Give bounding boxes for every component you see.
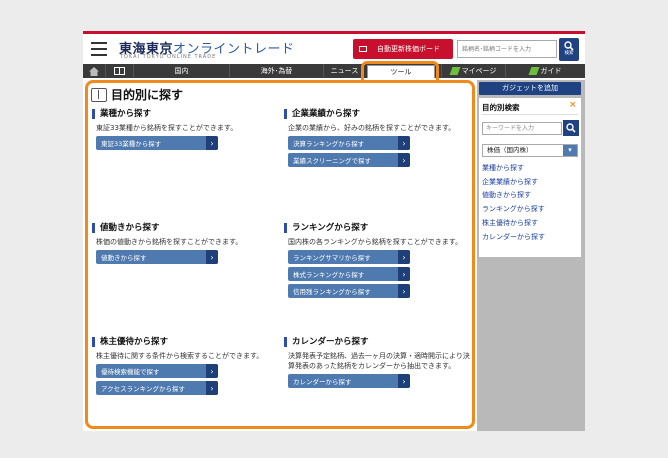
search-button[interactable]: 検索: [559, 38, 579, 61]
add-gadget-button[interactable]: ガジェットを追加: [479, 82, 581, 95]
sidebar: ガジェットを追加 目的別検索 × 株価（国内株） ▾ 業種から探す 企業業績から…: [477, 80, 585, 431]
chevron-right-icon: ›: [398, 250, 410, 264]
keyword-input[interactable]: [482, 122, 562, 135]
section-title: ランキングから探す: [284, 223, 474, 233]
nav-books[interactable]: [105, 64, 133, 78]
section-title: 値動きから探す: [92, 223, 282, 233]
section-ranking: ランキングから探す 国内株の各ランキングから銘柄を探すことができます。 ランキン…: [284, 223, 474, 301]
section-title: 株主優待から探す: [92, 337, 282, 347]
purpose-search-panel: 目的別検索 × 株価（国内株） ▾ 業種から探す 企業業績から探す 値動きから探…: [479, 98, 581, 257]
menu-icon[interactable]: [91, 42, 107, 56]
tab-mypage[interactable]: マイページ: [441, 64, 505, 78]
purpose-links: 業種から探す 企業業績から探す 値動きから探す ランキングから探す 株主優待から…: [482, 162, 578, 244]
chevron-right-icon: ›: [206, 250, 218, 264]
button-label: 業績スクリーニングで探す: [293, 157, 371, 165]
link-price-movement[interactable]: 値動きから探す: [482, 189, 578, 203]
chevron-right-icon: ›: [398, 284, 410, 298]
main-nav: 国内 海外･為替 ニュース ツール マイページ ガイド: [83, 64, 585, 78]
link-calendar[interactable]: カレンダーから探す: [482, 231, 578, 245]
logo-subtitle: TOKAI TOKYO ONLINE TRADE: [120, 54, 217, 60]
section-description: 企業の業績から、好みの銘柄を探すことができます。: [288, 124, 456, 132]
button-label: ランキングサマリから探す: [293, 254, 371, 262]
nav-home[interactable]: [83, 64, 105, 78]
stock-search-input[interactable]: [457, 40, 557, 58]
chevron-right-icon: ›: [398, 374, 410, 388]
page-title-text: 目的別に探す: [111, 88, 184, 102]
margin-ranking-button[interactable]: 信用残ランキングから探す ›: [288, 284, 410, 298]
price-movement-button[interactable]: 値動きから探す ›: [96, 250, 218, 264]
home-icon: [89, 66, 99, 76]
chevron-right-icon: ›: [398, 153, 410, 167]
button-label: カレンダーから探す: [293, 378, 352, 386]
button-label: アクセスランキングから探す: [101, 385, 185, 393]
section-description: 国内株の各ランキングから銘柄を探すことができます。: [288, 238, 463, 246]
stock-board-label: 自動更新株価ボード: [377, 45, 440, 53]
close-icon[interactable]: ×: [569, 100, 577, 110]
keyword-search-button[interactable]: [563, 120, 579, 136]
benefit-search-button[interactable]: 優待検索機能で探す ›: [96, 364, 218, 378]
main-content: 目的別に探す 業種から探す 東証33業種から銘柄を探すことができます。 東証33…: [85, 80, 475, 429]
section-title: 業種から探す: [92, 109, 282, 119]
section-industry: 業種から探す 東証33業種から銘柄を探すことができます。 東証33業種から探す ›: [92, 109, 282, 153]
section-description: 決算発表予定銘柄、過去一ヶ月の決算・適時開示により決算発表のあった銘柄をカレンダ…: [288, 352, 470, 370]
divider: [482, 114, 578, 115]
stock-board-button[interactable]: 自動更新株価ボード: [353, 39, 453, 59]
button-label: 株式ランキングから探す: [293, 271, 365, 279]
section-description: 株主優待に関する条件から検索することができます。: [96, 352, 264, 360]
calendar-search-button[interactable]: カレンダーから探す ›: [288, 374, 410, 388]
book-icon: [114, 67, 125, 75]
button-label: 東証33業種から探す: [101, 140, 162, 148]
app-frame: 東海東京オンライントレード TOKAI TOKYO ONLINE TRADE 自…: [83, 31, 585, 431]
search-button-label: 検索: [564, 51, 574, 56]
section-price-movement: 値動きから探す 株価の値動きから銘柄を探すことができます。 値動きから探す ›: [92, 223, 282, 267]
new-badge-icon: [449, 67, 461, 75]
chevron-right-icon: ›: [206, 364, 218, 378]
section-description: 東証33業種から銘柄を探すことができます。: [96, 124, 238, 132]
button-label: 値動きから探す: [101, 254, 147, 262]
button-label: 決算ランキングから探す: [293, 140, 365, 148]
access-ranking-button[interactable]: アクセスランキングから探す ›: [96, 381, 218, 395]
section-calendar: カレンダーから探す 決算発表予定銘柄、過去一ヶ月の決算・適時開示により決算発表の…: [284, 337, 474, 391]
chevron-right-icon: ›: [206, 381, 218, 395]
header: 東海東京オンライントレード TOKAI TOKYO ONLINE TRADE 自…: [83, 34, 585, 64]
market-select-value: 株価（国内株）: [487, 146, 533, 154]
market-select[interactable]: 株価（国内株） ▾: [482, 144, 578, 157]
industry-search-button[interactable]: 東証33業種から探す ›: [96, 136, 218, 150]
search-icon: [566, 123, 576, 133]
active-tab-highlight: [361, 61, 439, 80]
tab-news[interactable]: ニュース: [323, 64, 365, 78]
section-title: カレンダーから探す: [284, 337, 474, 347]
earnings-screening-button[interactable]: 業績スクリーニングで探す ›: [288, 153, 410, 167]
tab-guide[interactable]: ガイド: [505, 64, 585, 78]
section-benefits: 株主優待から探す 株主優待に関する条件から検索することができます。 優待検索機能…: [92, 337, 282, 398]
page-title: 目的別に探す: [91, 86, 183, 103]
chevron-down-icon: ▾: [563, 145, 577, 156]
button-label: 優待検索機能で探す: [101, 368, 160, 376]
section-earnings: 企業業績から探す 企業の業績から、好みの銘柄を探すことができます。 決算ランキン…: [284, 109, 474, 170]
button-label: 信用残ランキングから探す: [293, 288, 371, 296]
board-icon: [359, 46, 367, 52]
tab-overseas[interactable]: 海外･為替: [229, 64, 323, 78]
section-description: 株価の値動きから銘柄を探すことができます。: [96, 238, 243, 246]
ranking-summary-button[interactable]: ランキングサマリから探す ›: [288, 250, 410, 264]
search-icon: [564, 41, 574, 51]
link-ranking[interactable]: ランキングから探す: [482, 203, 578, 217]
stock-ranking-button[interactable]: 株式ランキングから探す ›: [288, 267, 410, 281]
chevron-right-icon: ›: [398, 136, 410, 150]
chevron-right-icon: ›: [398, 267, 410, 281]
tab-guide-label: ガイド: [540, 67, 562, 75]
earnings-ranking-button[interactable]: 決算ランキングから探す ›: [288, 136, 410, 150]
link-earnings[interactable]: 企業業績から探す: [482, 176, 578, 190]
tab-domestic[interactable]: 国内: [133, 64, 229, 78]
book-icon: [91, 87, 107, 102]
tab-mypage-label: マイページ: [461, 67, 497, 75]
section-title: 企業業績から探す: [284, 109, 474, 119]
panel-title: 目的別検索: [482, 103, 520, 112]
link-industry[interactable]: 業種から探す: [482, 162, 578, 176]
link-benefits[interactable]: 株主優待から探す: [482, 217, 578, 231]
chevron-right-icon: ›: [206, 136, 218, 150]
new-badge-icon: [528, 67, 539, 75]
